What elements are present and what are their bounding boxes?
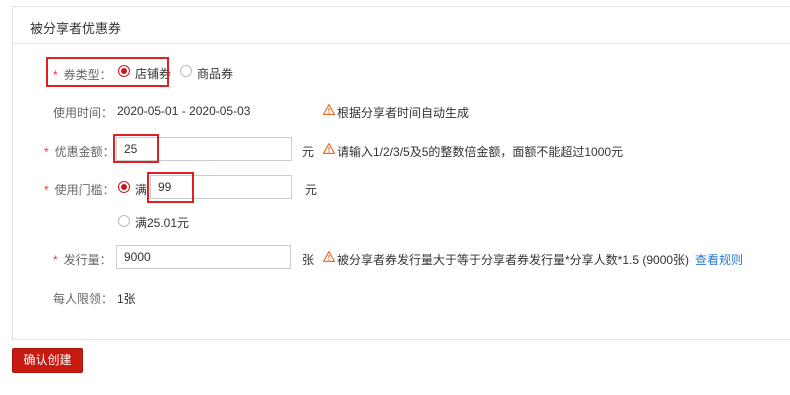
use-time-value: 2020-05-01 - 2020-05-03 [117, 104, 251, 118]
discount-tip: 请输入1/2/3/5及5的整数倍金额，面额不能超过1000元 [337, 145, 624, 159]
highlight-box-threshold [147, 172, 194, 203]
view-rules-link[interactable]: 查看规则 [695, 253, 743, 267]
use-time-label: 使用时间： [53, 106, 114, 120]
threshold-unit: 元 [305, 183, 318, 197]
highlight-box-coupon-type [46, 57, 169, 87]
radio-threshold-amount[interactable] [118, 181, 130, 193]
issue-qty-label: * 发行量： [53, 253, 112, 267]
issue-qty-unit: 张 [302, 253, 315, 267]
radio-unselected-icon[interactable] [180, 65, 192, 77]
issue-qty-input[interactable]: 9000 [116, 245, 291, 269]
warning-icon [323, 143, 335, 154]
radio-threshold-alt[interactable] [118, 215, 130, 227]
product-coupon-label: 商品券 [197, 67, 234, 81]
discount-unit: 元 [302, 145, 315, 159]
limit-value: 1张 [117, 292, 136, 306]
panel-header: 被分享者优惠券 [13, 7, 790, 44]
panel-title: 被分享者优惠券 [30, 21, 122, 36]
warning-icon [323, 251, 335, 262]
limit-label: 每人限领： [53, 292, 114, 306]
use-time-tip: 根据分享者时间自动生成 [337, 106, 470, 120]
issue-qty-tip: 被分享者券发行量大于等于分享者券发行量*分享人数*1.5 (9000张) 查看规则 [337, 253, 744, 267]
radio-product-coupon[interactable]: 商品券 [178, 62, 238, 82]
highlight-box-discount [113, 134, 159, 163]
confirm-create-button[interactable]: 确认创建 [12, 348, 83, 373]
threshold-alt-label: 满25.01元 [135, 216, 190, 230]
discount-label: * 优惠金额： [44, 145, 115, 159]
warning-icon [323, 104, 335, 115]
threshold-prefix: 满 [135, 183, 148, 197]
threshold-label: * 使用门槛： [44, 183, 115, 197]
